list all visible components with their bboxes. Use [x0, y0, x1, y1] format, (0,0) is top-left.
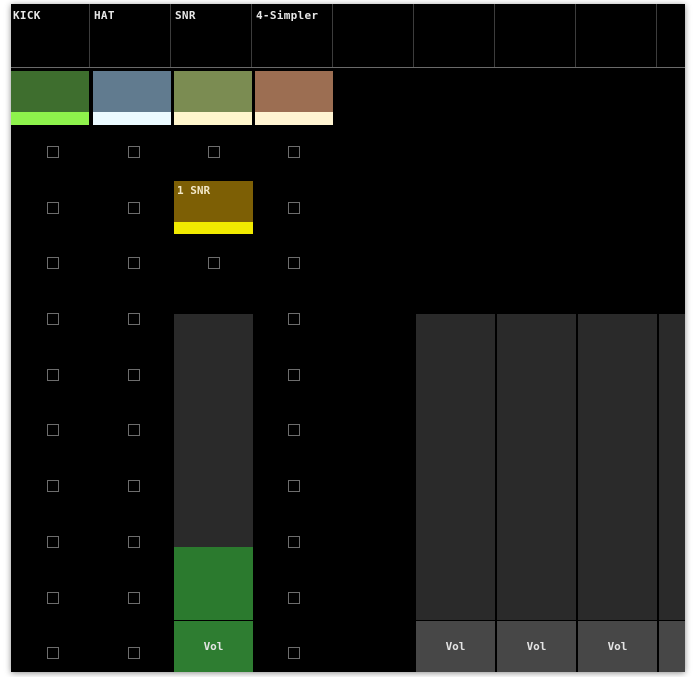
track-name-kick: KICK [13, 9, 41, 22]
clip-slot-empty[interactable] [47, 536, 59, 548]
track-color-snr-strip [174, 112, 252, 125]
track-color-kick-top [11, 71, 89, 112]
track-header-empty-9 [659, 4, 685, 67]
track-header-empty-5 [335, 4, 414, 67]
clip-slot-empty[interactable] [47, 313, 59, 325]
clip-slot-empty[interactable] [288, 202, 300, 214]
track-name-simpler: 4-Simpler [256, 9, 319, 22]
clip-slot-empty[interactable] [47, 202, 59, 214]
clip-slot-empty[interactable] [128, 480, 140, 492]
vol-button-6[interactable]: Vol [497, 621, 576, 672]
clip-slot-empty[interactable] [128, 424, 140, 436]
volume-fader-7[interactable] [578, 314, 657, 620]
clip-slot-empty[interactable] [288, 480, 300, 492]
clip-slot-empty[interactable] [47, 647, 59, 659]
track-color-hat-top [93, 71, 171, 112]
clip-slot-empty[interactable] [288, 592, 300, 604]
clip-slot-empty[interactable] [128, 202, 140, 214]
session-view: KICK HAT SNR 4-Simpler 1 SNR Vol Vol Vol… [11, 4, 685, 672]
track-color-simpler-top [255, 71, 333, 112]
clip-slot-empty[interactable] [47, 480, 59, 492]
track-header-empty-7 [497, 4, 576, 67]
track-name-hat: HAT [94, 9, 115, 22]
track-color-snr[interactable] [174, 71, 252, 125]
track-color-simpler[interactable] [255, 71, 333, 125]
track-header-empty-8 [578, 4, 657, 67]
clip-slot-empty[interactable] [128, 313, 140, 325]
volume-fader-5[interactable] [416, 314, 495, 620]
track-header-row: KICK HAT SNR 4-Simpler [11, 4, 685, 68]
clip-slot-empty[interactable] [128, 592, 140, 604]
track-header-empty-6 [416, 4, 495, 67]
track-header-snr[interactable]: SNR [173, 4, 252, 67]
track-header-simpler[interactable]: 4-Simpler [254, 4, 333, 67]
clip-slot-empty[interactable] [208, 257, 220, 269]
track-header-kick[interactable]: KICK [11, 4, 90, 67]
clip-slot-empty[interactable] [47, 592, 59, 604]
clip-slot-empty[interactable] [47, 146, 59, 158]
clip-snr[interactable]: 1 SNR [174, 181, 253, 234]
clip-slot-empty[interactable] [128, 536, 140, 548]
clip-slot-empty[interactable] [128, 146, 140, 158]
volume-fader-8[interactable] [659, 314, 685, 620]
vol-button-snr[interactable]: Vol [174, 621, 253, 672]
clip-playing-bar [174, 222, 253, 234]
clip-slot-empty[interactable] [208, 146, 220, 158]
clip-slot-empty[interactable] [47, 369, 59, 381]
track-header-hat[interactable]: HAT [92, 4, 171, 67]
clip-slot-empty[interactable] [288, 424, 300, 436]
vol-button-5[interactable]: Vol [416, 621, 495, 672]
track-color-hat-strip [93, 112, 171, 125]
track-color-simpler-strip [255, 112, 333, 125]
track-color-kick[interactable] [11, 71, 89, 125]
volume-fader-snr[interactable] [174, 314, 253, 620]
clip-label: 1 SNR [177, 184, 211, 197]
track-name-snr: SNR [175, 9, 196, 22]
vol-button-8[interactable] [659, 621, 685, 672]
track-color-kick-strip [11, 112, 89, 125]
clip-slot-empty[interactable] [288, 647, 300, 659]
clip-slot-empty[interactable] [288, 369, 300, 381]
clip-slot-empty[interactable] [288, 146, 300, 158]
clip-slot-empty[interactable] [288, 536, 300, 548]
clip-slot-empty[interactable] [128, 257, 140, 269]
clip-slot-empty[interactable] [288, 313, 300, 325]
clip-slot-empty[interactable] [47, 424, 59, 436]
volume-level-snr [174, 546, 253, 620]
track-color-hat[interactable] [93, 71, 171, 125]
volume-fader-6[interactable] [497, 314, 576, 620]
vol-button-7[interactable]: Vol [578, 621, 657, 672]
clip-slot-empty[interactable] [47, 257, 59, 269]
track-color-snr-top [174, 71, 252, 112]
clip-slot-empty[interactable] [128, 369, 140, 381]
clip-slot-empty[interactable] [128, 647, 140, 659]
clip-slot-empty[interactable] [288, 257, 300, 269]
